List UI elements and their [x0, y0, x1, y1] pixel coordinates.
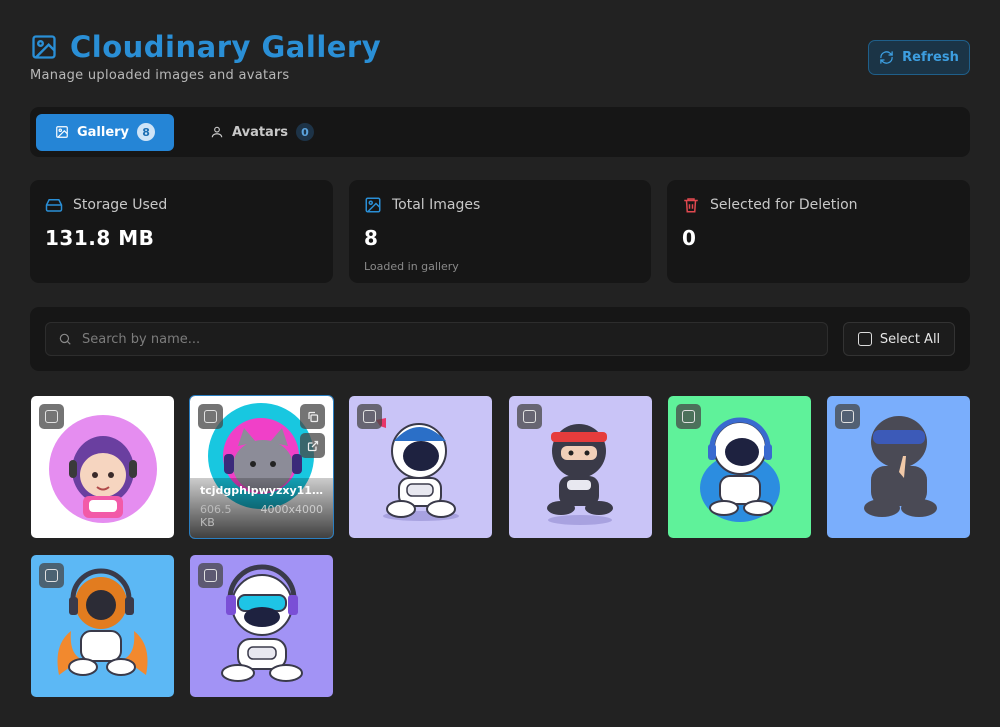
gallery-tile[interactable] [31, 555, 174, 697]
copy-url-button[interactable] [300, 404, 325, 429]
tile-select-checkbox[interactable] [39, 563, 64, 588]
gallery-tile[interactable] [509, 396, 652, 538]
image-dimensions: 4000x4000 [260, 503, 324, 516]
copy-icon [307, 411, 318, 422]
image-size: 606.5 KB [200, 503, 232, 529]
image-icon [365, 197, 381, 213]
tile-select-checkbox[interactable] [357, 404, 382, 429]
trash-icon [684, 198, 698, 213]
stat-label: Total Images [392, 197, 481, 213]
gallery-tile[interactable] [668, 396, 811, 538]
tab-label: Avatars [232, 124, 288, 140]
gallery-tile[interactable] [190, 555, 333, 697]
tile-select-checkbox[interactable] [198, 563, 223, 588]
gallery-tile[interactable] [31, 396, 174, 538]
stat-card-total-images: Total Images 8 Loaded in gallery [349, 180, 651, 283]
stat-value: 0 [682, 226, 697, 250]
image-icon [56, 126, 68, 138]
refresh-button[interactable]: Refresh [868, 40, 970, 75]
refresh-label: Refresh [902, 50, 959, 65]
gallery-tile[interactable] [827, 396, 970, 538]
tab-gallery[interactable]: Gallery 8 [36, 113, 174, 151]
tile-select-checkbox[interactable] [198, 404, 223, 429]
search-box [45, 322, 828, 356]
image-name: tcjdgphlpwyzxy11... [200, 484, 323, 497]
tile-info-overlay: tcjdgphlpwyzxy11... 606.5 KB 4000x4000 [190, 478, 333, 538]
title-row: Cloudinary Gallery [30, 30, 970, 64]
stat-label: Storage Used [73, 197, 168, 213]
search-input[interactable] [82, 331, 827, 347]
tab-avatars[interactable]: Avatars 0 [188, 114, 336, 151]
tab-count-badge: 0 [295, 123, 314, 141]
stat-value: 131.8 MB [45, 226, 155, 250]
stat-card-storage: Storage Used 131.8 MB [30, 180, 333, 283]
image-icon [32, 35, 56, 59]
tab-label: Gallery [76, 124, 130, 140]
page-title: Cloudinary Gallery [70, 30, 382, 64]
page-header: Cloudinary Gallery Manage uploaded image… [30, 30, 970, 90]
select-all-label: Select All [879, 331, 941, 347]
refresh-icon [880, 51, 893, 64]
user-icon [211, 126, 223, 138]
select-all-button[interactable]: Select All [843, 322, 955, 356]
tile-select-checkbox[interactable] [517, 404, 542, 429]
tile-select-checkbox[interactable] [39, 404, 64, 429]
external-link-icon [307, 440, 318, 451]
stat-card-deletion: Selected for Deletion 0 [667, 180, 970, 283]
open-external-button[interactable] [300, 433, 325, 458]
gallery-tile[interactable] [349, 396, 492, 538]
stat-sublabel: Loaded in gallery [364, 260, 459, 273]
stat-value: 8 [364, 226, 379, 250]
page-subtitle: Manage uploaded images and avatars [30, 68, 290, 83]
tab-count-badge: 8 [137, 123, 156, 141]
checkbox-icon [857, 332, 872, 346]
search-panel: Select All [30, 307, 970, 371]
gallery-tile[interactable]: tcjdgphlpwyzxy11... 606.5 KB 4000x4000 [189, 395, 334, 539]
tile-select-checkbox[interactable] [676, 404, 701, 429]
tabs-bar: Gallery 8 Avatars 0 [30, 107, 970, 157]
hard-drive-icon [45, 199, 63, 212]
search-icon [59, 333, 71, 345]
tile-select-checkbox[interactable] [835, 404, 860, 429]
image-meta: 606.5 KB 4000x4000 [200, 503, 323, 533]
stat-label: Selected for Deletion [710, 197, 858, 213]
